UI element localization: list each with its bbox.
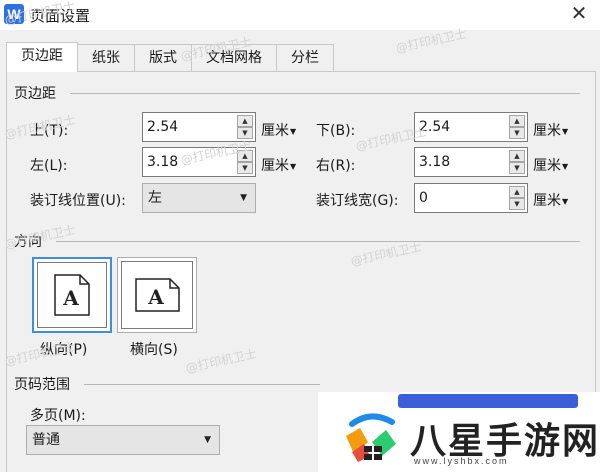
bottom-margin-spinbox[interactable]: 2.54 ▲ ▼ bbox=[414, 112, 528, 142]
caret-down-icon: ▼ bbox=[290, 126, 297, 136]
gutter-position-value: 左 bbox=[148, 190, 162, 206]
close-button[interactable]: ✕ bbox=[568, 2, 590, 24]
gutter-position-select[interactable]: 左 ▼ bbox=[142, 183, 256, 213]
chevron-down-icon: ▼ bbox=[204, 435, 211, 445]
svg-text:A: A bbox=[62, 286, 79, 310]
gutter-width-label: 装订线宽(G): bbox=[316, 193, 399, 209]
bottom-margin-value[interactable]: 2.54 bbox=[419, 113, 450, 141]
portrait-label: 纵向(P) bbox=[40, 342, 88, 358]
top-margin-label: 上(T): bbox=[30, 123, 69, 139]
gutter-width-unit-dropdown[interactable]: 厘米▼ bbox=[533, 190, 568, 210]
spin-down-icon[interactable]: ▼ bbox=[509, 162, 525, 174]
close-icon: ✕ bbox=[570, 1, 588, 25]
spin-up-icon[interactable]: ▲ bbox=[509, 186, 525, 198]
multiple-pages-select[interactable]: 普通 ▼ bbox=[26, 425, 220, 455]
unit-label: 厘米 bbox=[261, 123, 289, 139]
spin-down-icon[interactable]: ▼ bbox=[509, 127, 525, 139]
right-margin-value[interactable]: 3.18 bbox=[419, 148, 450, 176]
spin-up-icon[interactable]: ▲ bbox=[509, 115, 525, 127]
section-title-orientation: 方向 bbox=[14, 234, 42, 250]
top-margin-unit-dropdown[interactable]: 厘米▼ bbox=[261, 120, 296, 140]
tab-paper[interactable]: 纸张 bbox=[77, 44, 135, 72]
gutter-width-spinbox[interactable]: 0 ▲ ▼ bbox=[414, 183, 528, 213]
window-title: 页面设置 bbox=[30, 7, 91, 25]
tab-layout[interactable]: 版式 bbox=[134, 44, 192, 72]
left-margin-label: 左(L): bbox=[30, 158, 68, 174]
tab-margins[interactable]: 页边距 bbox=[6, 42, 78, 72]
multiple-pages-label: 多页(M): bbox=[30, 408, 86, 424]
site-badge: 八星手游网 www.lyshbx.com bbox=[318, 392, 600, 472]
chevron-down-icon: ▼ bbox=[240, 193, 247, 203]
svg-text:A: A bbox=[147, 285, 164, 309]
section-title-margins: 页边距 bbox=[14, 86, 56, 102]
spin-up-icon[interactable]: ▲ bbox=[237, 150, 253, 162]
gutter-width-value[interactable]: 0 bbox=[419, 184, 428, 212]
section-divider bbox=[84, 384, 320, 385]
landscape-option[interactable]: A bbox=[117, 257, 197, 333]
badge-site-url: www.lyshbx.com bbox=[414, 456, 509, 466]
spin-down-icon[interactable]: ▼ bbox=[237, 127, 253, 139]
gutter-position-label: 装订线位置(U): bbox=[30, 193, 126, 209]
windows-logo-icon bbox=[346, 413, 396, 462]
title-bar: W 页面设置 ✕ bbox=[0, 0, 600, 30]
right-margin-label: 右(R): bbox=[316, 158, 356, 174]
top-margin-spinbox[interactable]: 2.54 ▲ ▼ bbox=[142, 112, 256, 142]
caret-down-icon: ▼ bbox=[562, 196, 569, 206]
unit-label: 厘米 bbox=[533, 193, 561, 209]
wps-writer-icon: W bbox=[4, 4, 24, 24]
badge-banner bbox=[398, 394, 578, 408]
spin-down-icon[interactable]: ▼ bbox=[237, 162, 253, 174]
caret-down-icon: ▼ bbox=[290, 161, 297, 171]
unit-label: 厘米 bbox=[533, 158, 561, 174]
spin-up-icon[interactable]: ▲ bbox=[237, 115, 253, 127]
section-title-page-range: 页码范围 bbox=[14, 377, 70, 393]
spin-up-icon[interactable]: ▲ bbox=[509, 150, 525, 162]
top-margin-value[interactable]: 2.54 bbox=[147, 113, 178, 141]
portrait-option[interactable]: A bbox=[32, 257, 112, 333]
unit-label: 厘米 bbox=[533, 123, 561, 139]
unit-label: 厘米 bbox=[261, 158, 289, 174]
caret-down-icon: ▼ bbox=[562, 161, 569, 171]
section-divider bbox=[70, 93, 580, 94]
portrait-page-icon: A bbox=[54, 274, 90, 316]
bottom-margin-unit-dropdown[interactable]: 厘米▼ bbox=[533, 120, 568, 140]
tab-strip: 页边距 纸张 版式 文档网格 分栏 bbox=[6, 42, 334, 72]
caret-down-icon: ▼ bbox=[562, 126, 569, 136]
spin-down-icon[interactable]: ▼ bbox=[509, 198, 525, 210]
right-margin-unit-dropdown[interactable]: 厘米▼ bbox=[533, 155, 568, 175]
landscape-page-icon: A bbox=[135, 278, 180, 312]
tab-columns[interactable]: 分栏 bbox=[276, 44, 334, 72]
multiple-pages-value: 普通 bbox=[32, 432, 60, 448]
left-margin-unit-dropdown[interactable]: 厘米▼ bbox=[261, 155, 296, 175]
bottom-margin-label: 下(B): bbox=[316, 123, 356, 139]
section-divider bbox=[56, 241, 580, 242]
tab-document-grid[interactable]: 文档网格 bbox=[191, 44, 277, 72]
landscape-label: 横向(S) bbox=[130, 342, 178, 358]
left-margin-value[interactable]: 3.18 bbox=[147, 148, 178, 176]
right-margin-spinbox[interactable]: 3.18 ▲ ▼ bbox=[414, 147, 528, 177]
left-margin-spinbox[interactable]: 3.18 ▲ ▼ bbox=[142, 147, 256, 177]
